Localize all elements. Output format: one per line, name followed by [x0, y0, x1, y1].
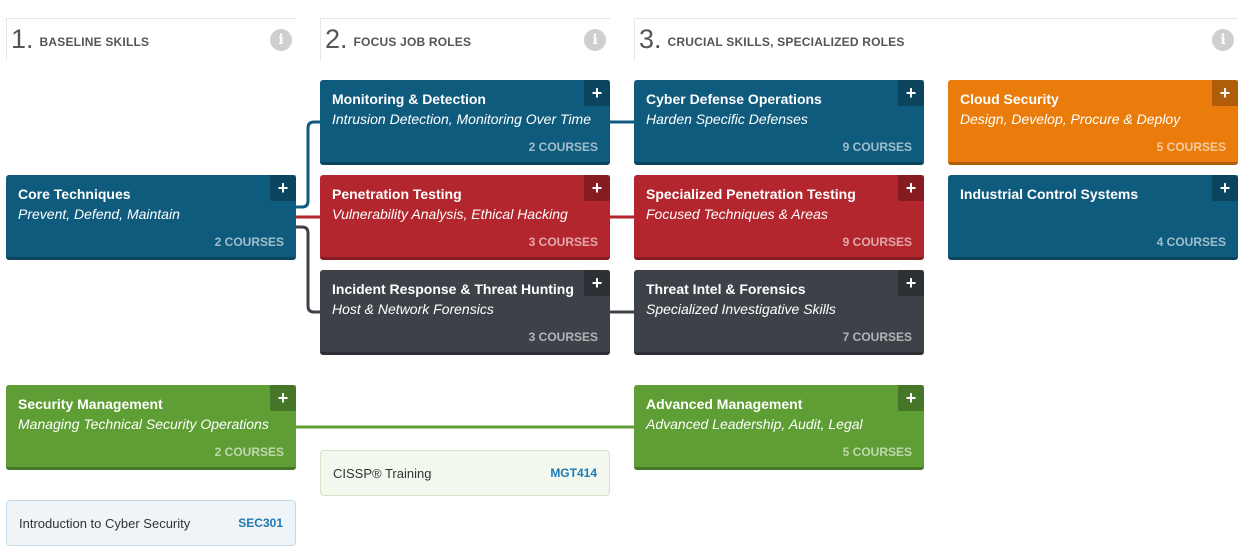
card-subtitle: Design, Develop, Procure & Deploy: [960, 111, 1181, 127]
expand-plus-icon[interactable]: +: [584, 175, 610, 201]
card-title: Specialized Penetration Testing: [646, 186, 856, 202]
card-title: Cloud Security: [960, 91, 1059, 107]
card-security-management[interactable]: Security Management Managing Technical S…: [6, 385, 296, 470]
info-icon[interactable]: i: [584, 29, 606, 51]
course-count: 5 COURSES: [1156, 140, 1226, 154]
expand-plus-icon[interactable]: +: [584, 80, 610, 106]
course-count: 2 COURSES: [214, 445, 284, 459]
card-monitoring-detection[interactable]: Monitoring & Detection Intrusion Detecti…: [320, 80, 610, 165]
expand-plus-icon[interactable]: +: [270, 385, 296, 411]
column-title: FOCUS JOB ROLES: [353, 34, 472, 49]
course-code[interactable]: MGT414: [550, 466, 597, 480]
course-count: 5 COURSES: [842, 445, 912, 459]
course-name: CISSP® Training: [333, 465, 432, 481]
column-title: CRUCIAL SKILLS, SPECIALIZED ROLES: [667, 34, 905, 49]
course-count: 3 COURSES: [528, 330, 598, 344]
expand-plus-icon[interactable]: +: [1212, 175, 1238, 201]
expand-plus-icon[interactable]: +: [898, 80, 924, 106]
course-count: 2 COURSES: [528, 140, 598, 154]
course-intro-cyber-security[interactable]: Introduction to Cyber Security SEC301: [6, 500, 296, 546]
card-title: Incident Response & Threat Hunting: [332, 281, 574, 297]
card-subtitle: Vulnerability Analysis, Ethical Hacking: [332, 206, 568, 222]
expand-plus-icon[interactable]: +: [898, 385, 924, 411]
expand-plus-icon[interactable]: +: [898, 270, 924, 296]
card-title: Threat Intel & Forensics: [646, 281, 806, 297]
card-title: Monitoring & Detection: [332, 91, 486, 107]
info-icon[interactable]: i: [1212, 29, 1234, 51]
course-code[interactable]: SEC301: [238, 516, 283, 530]
card-subtitle: Host & Network Forensics: [332, 301, 494, 317]
card-subtitle: Intrusion Detection, Monitoring Over Tim…: [332, 111, 591, 127]
connector-core-monitoring: [296, 120, 320, 209]
course-count: 4 COURSES: [1156, 235, 1226, 249]
card-subtitle: Prevent, Defend, Maintain: [18, 206, 180, 222]
card-specialized-penetration-testing[interactable]: Specialized Penetration Testing Focused …: [634, 175, 924, 260]
expand-plus-icon[interactable]: +: [898, 175, 924, 201]
course-count: 7 COURSES: [842, 330, 912, 344]
card-penetration-testing[interactable]: Penetration Testing Vulnerability Analys…: [320, 175, 610, 260]
card-subtitle: Focused Techniques & Areas: [646, 206, 828, 222]
column-title: BASELINE SKILLS: [39, 34, 150, 49]
card-cyber-defense-operations[interactable]: Cyber Defense Operations Harden Specific…: [634, 80, 924, 165]
card-cloud-security[interactable]: Cloud Security Design, Develop, Procure …: [948, 80, 1238, 165]
card-incident-response[interactable]: Incident Response & Threat Hunting Host …: [320, 270, 610, 355]
course-count: 9 COURSES: [842, 235, 912, 249]
course-count: 2 COURSES: [214, 235, 284, 249]
card-advanced-management[interactable]: Advanced Management Advanced Leadership,…: [634, 385, 924, 470]
card-title: Advanced Management: [646, 396, 803, 412]
card-threat-intel-forensics[interactable]: Threat Intel & Forensics Specialized Inv…: [634, 270, 924, 355]
card-title: Security Management: [18, 396, 163, 412]
card-title: Industrial Control Systems: [960, 186, 1139, 202]
card-subtitle: Specialized Investigative Skills: [646, 301, 836, 317]
expand-plus-icon[interactable]: +: [584, 270, 610, 296]
course-cissp-training[interactable]: CISSP® Training MGT414: [320, 450, 610, 496]
card-industrial-control-systems[interactable]: Industrial Control Systems 4 COURSES +: [948, 175, 1238, 260]
column-number: 1.: [11, 24, 34, 54]
card-title: Penetration Testing: [332, 186, 462, 202]
card-subtitle: Harden Specific Defenses: [646, 111, 808, 127]
column-number: 2.: [325, 24, 348, 54]
column-number: 3.: [639, 24, 662, 54]
course-count: 9 COURSES: [842, 140, 912, 154]
column-header-focus: 2. FOCUS JOB ROLES i: [320, 18, 610, 60]
connector-core-incident: [296, 225, 320, 314]
card-title: Core Techniques: [18, 186, 131, 202]
course-count: 3 COURSES: [528, 235, 598, 249]
expand-plus-icon[interactable]: +: [1212, 80, 1238, 106]
column-header-crucial: 3. CRUCIAL SKILLS, SPECIALIZED ROLES i: [634, 18, 1238, 60]
info-icon[interactable]: i: [270, 29, 292, 51]
card-subtitle: Managing Technical Security Operations: [18, 416, 269, 432]
expand-plus-icon[interactable]: +: [270, 175, 296, 201]
card-title: Cyber Defense Operations: [646, 91, 822, 107]
course-name: Introduction to Cyber Security: [19, 515, 191, 531]
card-subtitle: Advanced Leadership, Audit, Legal: [646, 416, 863, 432]
column-header-baseline: 1. BASELINE SKILLS i: [6, 18, 296, 60]
card-core-techniques[interactable]: Core Techniques Prevent, Defend, Maintai…: [6, 175, 296, 260]
